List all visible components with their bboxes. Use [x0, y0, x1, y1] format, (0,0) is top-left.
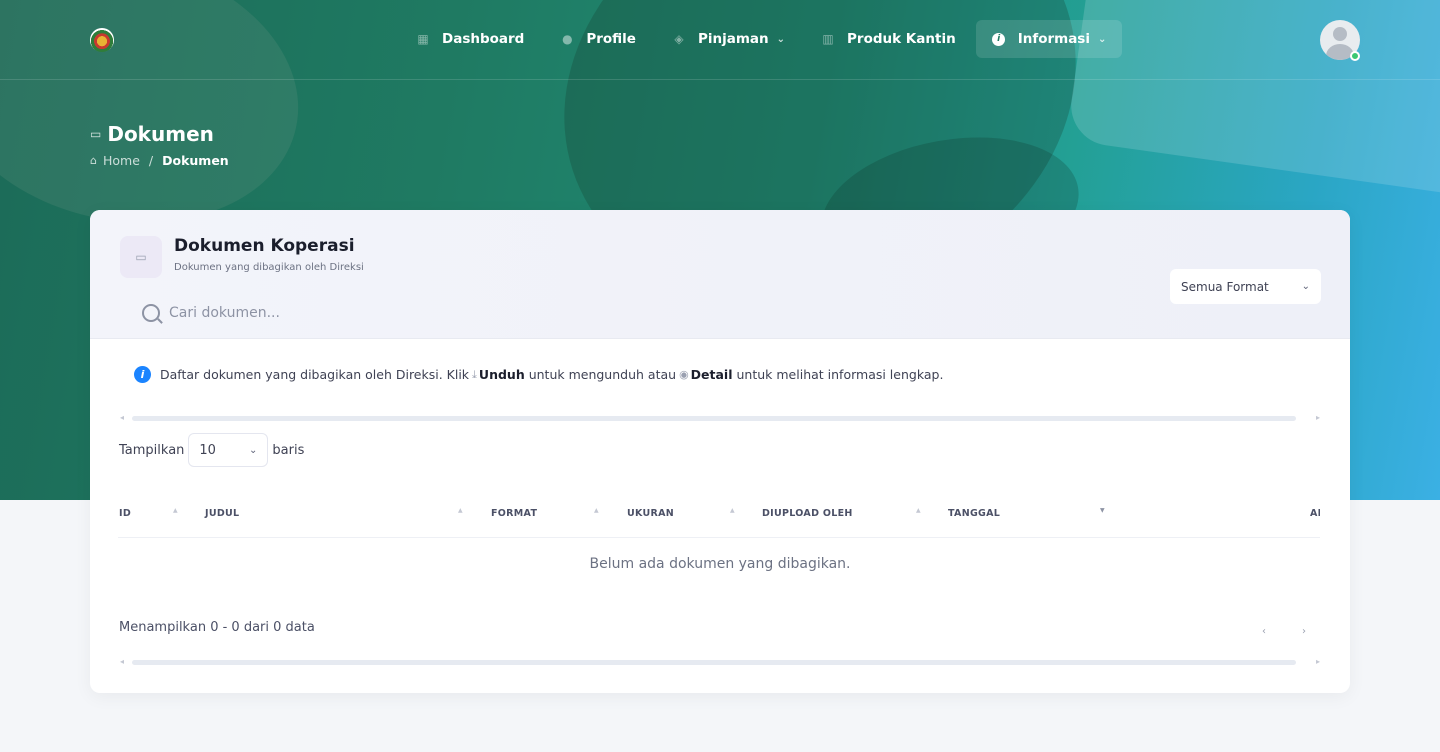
breadcrumb-separator: / [148, 153, 154, 168]
shop-icon: ▥ [822, 32, 834, 46]
info-detail: Detail [690, 367, 733, 382]
column-header-aksi[interactable]: AKSI [1310, 508, 1320, 519]
sort-icon: ▲ [916, 507, 921, 514]
scroll-right-icon[interactable]: ▸ [1316, 657, 1320, 667]
breadcrumb-home[interactable]: ⌂ Home [90, 153, 140, 168]
info-icon: i [134, 366, 151, 383]
info-text-2: untuk mengunduh atau [528, 367, 677, 382]
folder-icon: ▭ [90, 127, 102, 141]
sort-icon: ▲ [173, 507, 178, 514]
nav-item-label: Profile [586, 31, 636, 47]
table-header: ID ▲ JUDUL ▲ FORMAT ▲ UKURAN ▲ DIUPLOAD … [118, 503, 1320, 538]
table-info: Menampilkan 0 - 0 dari 0 data [119, 620, 315, 635]
breadcrumb: ⌂ Home / Dokumen [90, 153, 229, 168]
sort-icon: ▲ [458, 507, 463, 514]
nav-item-label: Produk Kantin [847, 31, 956, 47]
search-icon [142, 304, 160, 322]
nav-item-profile[interactable]: ● Profile [544, 20, 652, 58]
empty-table-message: Belum ada dokumen yang dibagikan. [589, 556, 851, 572]
card-header: ▭ Dokumen Koperasi Dokumen yang dibagika… [90, 210, 1350, 339]
scroll-right-icon[interactable]: ▸ [1316, 413, 1320, 423]
card-title: Dokumen Koperasi [174, 236, 355, 256]
search-box [120, 294, 420, 332]
sort-icon: ▲ [730, 507, 735, 514]
column-header-ukuran[interactable]: UKURAN [627, 508, 674, 519]
page-length-value: 10 [199, 442, 216, 458]
scrollbar-track[interactable] [132, 416, 1296, 421]
info-icon: i [992, 32, 1006, 46]
column-header-format[interactable]: FORMAT [491, 508, 537, 519]
nav-item-pinjaman[interactable]: ◈ Pinjaman ⌄ [656, 20, 801, 58]
breadcrumb-home-label: Home [102, 153, 140, 168]
home-icon: ⌂ [90, 154, 97, 167]
eye-icon: ◉ [679, 368, 689, 381]
column-header-id[interactable]: ID [119, 508, 131, 519]
nav-item-dashboard[interactable]: ▦ Dashboard [400, 20, 540, 58]
chevron-down-icon: ⌄ [1301, 281, 1310, 292]
page-length-control: Tampilkan 10 ⌄ baris [119, 433, 304, 467]
grid-icon: ▦ [417, 32, 429, 46]
folder-icon: ▭ [120, 236, 162, 278]
info-unduh: Unduh [478, 367, 525, 382]
nav-item-label: Pinjaman [697, 31, 769, 47]
sort-icon: ▲ [594, 507, 599, 514]
card-subtitle: Dokumen yang dibagikan oleh Direksi [174, 262, 364, 273]
main-nav: ▦ Dashboard ● Profile ◈ Pinjaman ⌄ ▥ Pro… [400, 20, 1126, 58]
koperasi-logo[interactable] [90, 28, 114, 52]
horizontal-scrollbar[interactable]: ◂ ▸ [120, 657, 1320, 667]
info-text-1: Daftar dokumen yang dibagikan oleh Direk… [160, 367, 470, 382]
format-filter-select[interactable]: Semua Format ⌄ [1170, 269, 1321, 304]
handshake-icon: ◈ [674, 32, 684, 46]
nav-item-produk-kantin[interactable]: ▥ Produk Kantin [805, 20, 972, 58]
avatar-head [1333, 27, 1347, 41]
documents-card: ▭ Dokumen Koperasi Dokumen yang dibagika… [90, 210, 1350, 693]
sort-desc-icon: ▼ [1100, 507, 1105, 514]
column-header-diupload-oleh[interactable]: DIUPLOAD OLEH [762, 508, 853, 519]
pagination-prev-button[interactable]: ‹ [1262, 626, 1266, 637]
top-navbar: ▦ Dashboard ● Profile ◈ Pinjaman ⌄ ▥ Pro… [0, 0, 1440, 80]
scroll-left-icon[interactable]: ◂ [120, 413, 124, 423]
length-suffix: baris [272, 442, 305, 458]
column-header-tanggal[interactable]: TANGGAL [948, 508, 1000, 519]
scroll-left-icon[interactable]: ◂ [120, 657, 124, 667]
download-icon: ⤓ [472, 367, 477, 381]
format-filter-value: Semua Format [1181, 279, 1269, 294]
online-status-dot [1350, 51, 1360, 61]
info-text-3: untuk melihat informasi lengkap. [736, 367, 944, 382]
nav-item-informasi[interactable]: i Informasi ⌄ [975, 20, 1123, 58]
search-input[interactable] [169, 305, 409, 321]
chevron-down-icon: ⌄ [776, 33, 786, 45]
pagination-next-button[interactable]: › [1302, 626, 1306, 637]
user-icon: ● [562, 32, 573, 46]
column-header-judul[interactable]: JUDUL [205, 508, 239, 519]
page-title-text: Dokumen [107, 122, 214, 146]
breadcrumb-current: Dokumen [162, 153, 229, 168]
page-title: ▭ Dokumen [90, 122, 214, 146]
horizontal-scrollbar[interactable]: ◂ ▸ [120, 413, 1320, 423]
page-length-select[interactable]: 10 ⌄ [188, 433, 269, 467]
chevron-down-icon: ⌄ [249, 444, 258, 456]
chevron-down-icon: ⌄ [1097, 33, 1107, 45]
nav-item-label: Dashboard [442, 31, 525, 47]
info-notice: i Daftar dokumen yang dibagikan oleh Dir… [134, 366, 943, 383]
nav-item-label: Informasi [1017, 31, 1090, 47]
scrollbar-track[interactable] [132, 660, 1296, 665]
length-label: Tampilkan [119, 442, 185, 458]
